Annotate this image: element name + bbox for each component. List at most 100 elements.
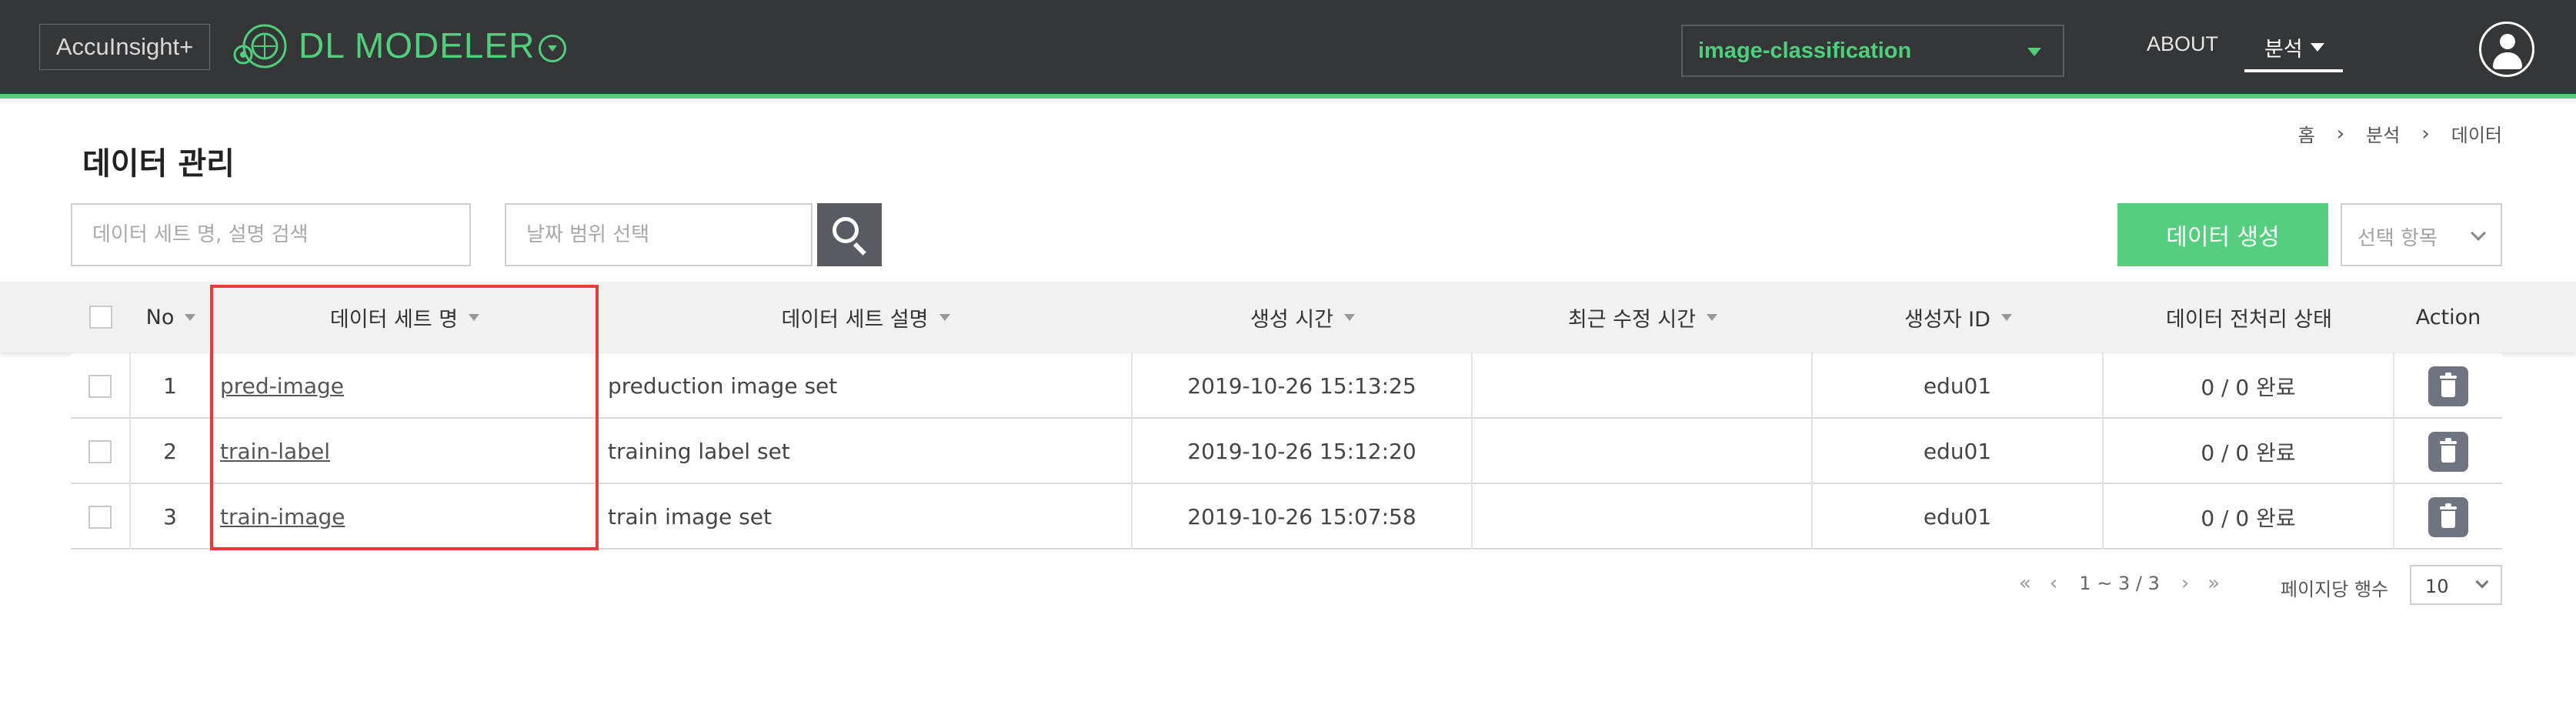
- trash-can-shape: [2441, 510, 2455, 528]
- row-creator-id: edu01: [1813, 484, 2104, 550]
- column-header-label: 데이터 세트 설명: [781, 307, 929, 332]
- rows-per-page-label: 페이지당 행수: [2281, 579, 2389, 600]
- trash-can-shape: [2441, 379, 2455, 397]
- nav-analysis-label: 분석: [2264, 38, 2303, 62]
- select-all-cell: [71, 282, 131, 352]
- brand-logo[interactable]: AccuInsight+: [39, 24, 210, 70]
- dataset-name-link[interactable]: train-image: [220, 504, 345, 530]
- first-page-icon[interactable]: «: [2019, 572, 2031, 595]
- chevron-down-icon: [2471, 226, 2486, 241]
- sort-caret-icon: [469, 313, 480, 321]
- rows-per-page-select[interactable]: 10: [2410, 565, 2502, 605]
- selected-items-dropdown[interactable]: 선택 항목: [2341, 203, 2502, 266]
- search-icon-handle: [853, 242, 866, 256]
- column-header-label: 생성 시간: [1250, 307, 1333, 332]
- trash-lid-shape: [2440, 506, 2457, 510]
- row-name-cell: train-image: [211, 484, 599, 550]
- column-header-creator[interactable]: 생성자 ID: [1813, 282, 2104, 352]
- delete-trash-icon[interactable]: [2428, 366, 2468, 406]
- nav-about-link[interactable]: ABOUT: [2147, 32, 2218, 56]
- page-info: 1 ~ 3 / 3: [2079, 573, 2160, 594]
- column-header-action: Action: [2394, 282, 2502, 352]
- row-description: training label set: [599, 419, 1133, 484]
- column-header-label: 최근 수정 시간: [1567, 307, 1697, 332]
- breadcrumb: 홈 › 분석 › 데이터: [2298, 120, 2502, 147]
- row-select-cell: [71, 353, 131, 419]
- column-header-label: 데이터 전처리 상태: [2166, 307, 2332, 332]
- nav-analysis-menu[interactable]: 분석: [2244, 25, 2343, 72]
- pagination: « ‹ 1 ~ 3 / 3 › »: [2010, 565, 2229, 602]
- user-body-shape: [2493, 52, 2522, 69]
- column-header-created[interactable]: 생성 시간: [1133, 282, 1473, 352]
- sort-caret-icon: [2000, 313, 2012, 321]
- app-title: DL MODELER: [299, 25, 536, 65]
- row-modified-time: [1473, 419, 1813, 484]
- chevron-down-icon: [2475, 575, 2489, 589]
- dataset-name-link[interactable]: train-label: [220, 439, 330, 464]
- date-range-input[interactable]: [505, 203, 813, 266]
- sort-caret-icon: [939, 313, 950, 321]
- chevron-right-icon: ›: [2336, 122, 2345, 145]
- row-select-cell: [71, 419, 131, 484]
- top-navbar: AccuInsight+ DL MODELER image-classifica…: [0, 0, 2576, 99]
- column-header-name[interactable]: 데이터 세트 명: [211, 282, 599, 352]
- search-icon: [833, 217, 859, 243]
- row-select-cell: [71, 484, 131, 550]
- column-header-label: No: [145, 305, 175, 329]
- user-avatar-icon[interactable]: [2479, 22, 2534, 77]
- column-header-label: Action: [2415, 305, 2481, 329]
- breadcrumb-data: 데이터: [2451, 125, 2502, 146]
- brain-circuit-icon: [233, 24, 287, 68]
- row-modified-time: [1473, 353, 1813, 419]
- table-row: 3 train-image train image set 2019-10-26…: [71, 484, 2502, 550]
- table-row: 2 train-label training label set 2019-10…: [71, 419, 2502, 484]
- row-creator-id: edu01: [1813, 353, 2104, 419]
- row-checkbox[interactable]: [88, 505, 112, 529]
- delete-trash-icon[interactable]: [2428, 496, 2468, 537]
- row-name-cell: train-label: [211, 419, 599, 484]
- trash-lid-shape: [2440, 440, 2457, 444]
- breadcrumb-home[interactable]: 홈: [2298, 120, 2315, 147]
- select-all-checkbox[interactable]: [89, 306, 112, 329]
- delete-trash-icon[interactable]: [2428, 431, 2468, 472]
- trash-lid-shape: [2440, 375, 2457, 379]
- page-title: 데이터 관리: [82, 146, 235, 182]
- row-name-cell: pred-image: [211, 353, 599, 419]
- row-checkbox[interactable]: [88, 439, 112, 463]
- row-no: 1: [131, 353, 211, 419]
- column-header-label: 생성자 ID: [1904, 307, 1990, 332]
- row-preprocess-status: 0 / 0 완료: [2104, 353, 2394, 419]
- table-header: No 데이터 세트 명 데이터 세트 설명 생성 시간 최근 수정 시간 생성자…: [0, 282, 2576, 352]
- caret-down-icon: [2027, 48, 2041, 56]
- row-no: 2: [131, 419, 211, 484]
- project-select[interactable]: image-classification: [1681, 25, 2064, 77]
- column-header-no[interactable]: No: [131, 282, 211, 352]
- app-switcher-chevron-down-icon[interactable]: [539, 35, 566, 62]
- user-head-shape: [2500, 34, 2515, 49]
- search-button[interactable]: [817, 203, 882, 266]
- column-header-status: 데이터 전처리 상태: [2104, 282, 2394, 352]
- column-header-description[interactable]: 데이터 세트 설명: [599, 282, 1133, 352]
- caret-down-icon: [2311, 43, 2324, 52]
- breadcrumb-analysis[interactable]: 분석: [2366, 120, 2400, 147]
- column-header-modified[interactable]: 최근 수정 시간: [1473, 282, 1813, 352]
- row-created-time: 2019-10-26 15:12:20: [1133, 419, 1473, 484]
- trash-can-shape: [2441, 445, 2455, 463]
- rows-per-page-value: 10: [2425, 576, 2449, 597]
- row-checkbox[interactable]: [88, 374, 112, 398]
- create-data-button[interactable]: 데이터 생성: [2117, 203, 2328, 266]
- row-preprocess-status: 0 / 0 완료: [2104, 484, 2394, 550]
- sort-caret-icon: [1343, 313, 1355, 321]
- column-header-label: 데이터 세트 명: [329, 307, 459, 332]
- row-created-time: 2019-10-26 15:13:25: [1133, 353, 1473, 419]
- next-page-icon[interactable]: ›: [2181, 572, 2189, 595]
- prev-page-icon[interactable]: ‹: [2050, 572, 2057, 595]
- dataset-name-link[interactable]: pred-image: [220, 373, 344, 399]
- row-created-time: 2019-10-26 15:07:58: [1133, 484, 1473, 550]
- row-action-cell: [2394, 419, 2502, 484]
- search-input[interactable]: [71, 203, 471, 266]
- row-no: 3: [131, 484, 211, 550]
- project-select-value: image-classification: [1698, 38, 1912, 63]
- row-modified-time: [1473, 484, 1813, 550]
- last-page-icon[interactable]: »: [2207, 572, 2220, 595]
